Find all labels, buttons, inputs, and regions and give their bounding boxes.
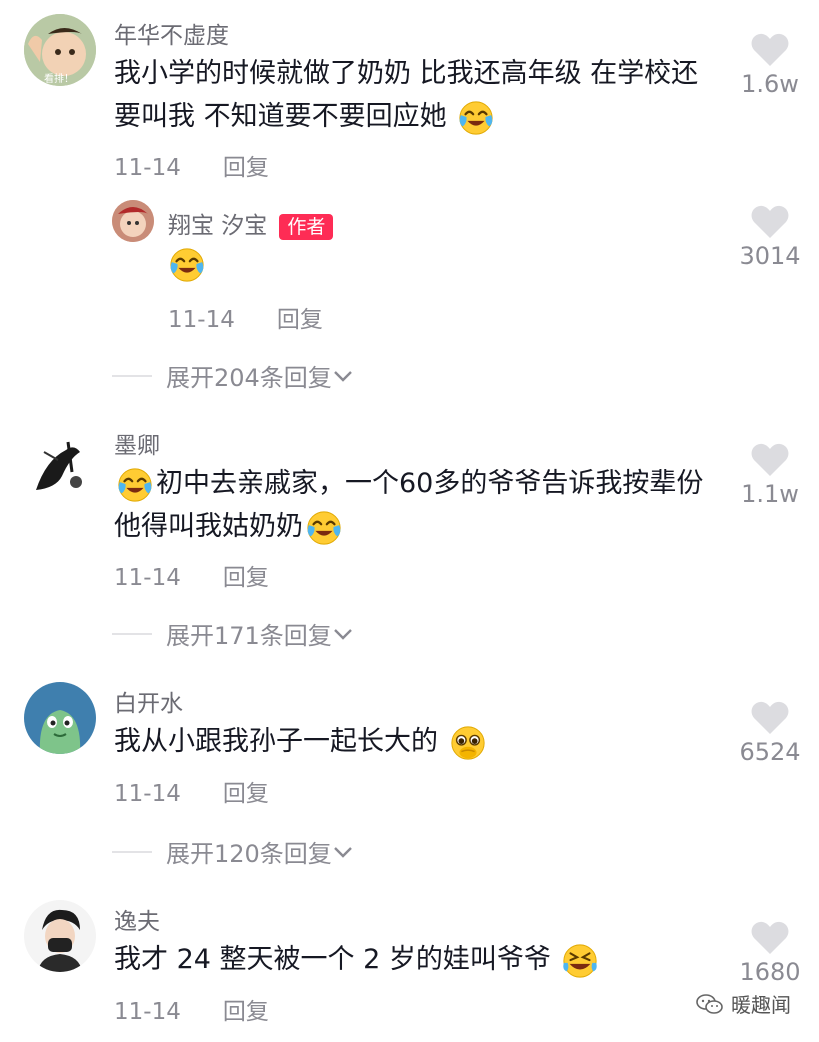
- comment-text-content: 我从小跟我孙子一起长大的: [114, 726, 438, 757]
- comment-username[interactable]: 墨卿: [114, 426, 160, 460]
- comment-meta: 11-14 回复: [114, 992, 269, 1026]
- comment-item: 看排！ 年华不虚度 我小学的时候就做了奶奶 比我还高年级 在学校还要叫我 不知道…: [0, 0, 819, 400]
- reply-date: 11-14: [168, 307, 235, 333]
- expand-replies-label: 展开204条回复: [166, 364, 332, 392]
- avatar[interactable]: 看排！: [24, 14, 96, 86]
- avatar[interactable]: [24, 682, 96, 754]
- comment-username[interactable]: 年华不虚度: [114, 16, 229, 50]
- reply-avatar[interactable]: [112, 200, 154, 242]
- comment-text: 我小学的时候就做了奶奶 比我还高年级 在学校还要叫我 不知道要不要回应她: [114, 52, 714, 138]
- reply-button[interactable]: 回复: [223, 155, 269, 181]
- like-button[interactable]: 1.6w: [730, 32, 810, 98]
- reply-button[interactable]: 回复: [223, 999, 269, 1025]
- comment-date: 11-14: [114, 565, 181, 591]
- heart-icon: [750, 32, 790, 68]
- like-count: 6524: [739, 738, 801, 766]
- like-count: 3014: [739, 242, 801, 270]
- divider: [112, 850, 152, 853]
- comment-date: 11-14: [114, 781, 181, 807]
- like-count: 1.1w: [741, 480, 799, 508]
- reply-text: [166, 242, 766, 285]
- like-count: 1680: [739, 958, 801, 986]
- reply-button[interactable]: 回复: [223, 565, 269, 591]
- expand-replies-button[interactable]: 展开171条回复: [112, 616, 354, 651]
- wechat-icon: [696, 993, 723, 1014]
- comment-text-content: 我才 24 整天被一个 2 岁的娃叫爷爷: [114, 944, 551, 975]
- chevron-down-icon: [333, 370, 352, 382]
- comment-date: 11-14: [114, 999, 181, 1025]
- rofl-emoji: [561, 942, 599, 980]
- comment-text: 初中去亲戚家，一个60多的爷爷告诉我按辈份他得叫我姑奶奶: [114, 462, 714, 548]
- chevron-down-icon: [333, 846, 352, 858]
- watermark: 暖趣闻: [695, 989, 791, 1018]
- like-button[interactable]: 1680: [730, 920, 810, 986]
- pleading-face-emoji: [449, 724, 487, 762]
- comment-item: 白开水 我从小跟我孙子一起长大的 11-14 回复 6524 展开120条回复: [0, 678, 819, 878]
- comment-meta: 11-14 回复: [114, 774, 269, 808]
- comment-text: 我才 24 整天被一个 2 岁的娃叫爷爷: [114, 938, 714, 981]
- avatar[interactable]: [24, 900, 96, 972]
- comment-item: 逸夫 我才 24 整天被一个 2 岁的娃叫爷爷 11-14 回复 1680: [0, 896, 819, 1042]
- tears-of-joy-emoji: [116, 466, 154, 504]
- tears-of-joy-emoji: [305, 509, 343, 547]
- heart-icon: [750, 442, 790, 478]
- comment-text-content: 初中去亲戚家，一个60多的爷爷告诉我按辈份他得叫我姑奶奶: [114, 468, 704, 542]
- tears-of-joy-emoji: [457, 99, 495, 137]
- chevron-down-icon: [333, 628, 352, 640]
- comment-meta: 11-14 回复: [114, 148, 269, 182]
- reply-meta: 11-14 回复: [168, 300, 323, 334]
- like-button[interactable]: 6524: [730, 700, 810, 766]
- comment-username[interactable]: 逸夫: [114, 902, 160, 936]
- expand-replies-button[interactable]: 展开120条回复: [112, 834, 354, 869]
- author-badge: 作者: [279, 213, 334, 240]
- reply-username-text: 翔宝 汐宝: [168, 213, 268, 239]
- comment-username[interactable]: 白开水: [114, 684, 183, 718]
- heart-icon: [750, 204, 790, 240]
- expand-replies-button[interactable]: 展开204条回复: [112, 358, 354, 393]
- reply-button[interactable]: 回复: [277, 307, 323, 333]
- reply-button[interactable]: 回复: [223, 781, 269, 807]
- watermark-text: 暖趣闻: [731, 993, 791, 1017]
- expand-replies-label: 展开171条回复: [166, 622, 332, 650]
- comment-meta: 11-14 回复: [114, 558, 269, 592]
- divider: [112, 374, 152, 377]
- avatar[interactable]: [24, 432, 96, 504]
- expand-replies-label: 展开120条回复: [166, 840, 332, 868]
- heart-icon: [750, 700, 790, 736]
- reply-username[interactable]: 翔宝 汐宝 作者: [168, 206, 334, 240]
- heart-icon: [750, 920, 790, 956]
- divider: [112, 632, 152, 635]
- comment-date: 11-14: [114, 155, 181, 181]
- comment-item: 墨卿 初中去亲戚家，一个60多的爷爷告诉我按辈份他得叫我姑奶奶 11-14 回复 …: [0, 420, 819, 660]
- like-button[interactable]: 3014: [730, 204, 810, 270]
- like-button[interactable]: 1.1w: [730, 442, 810, 508]
- svg-text:看排！: 看排！: [44, 72, 74, 85]
- like-count: 1.6w: [741, 70, 799, 98]
- comment-text-content: 我小学的时候就做了奶奶 比我还高年级 在学校还要叫我 不知道要不要回应她: [114, 58, 699, 132]
- tears-of-joy-emoji: [168, 246, 206, 284]
- comment-text: 我从小跟我孙子一起长大的: [114, 720, 714, 763]
